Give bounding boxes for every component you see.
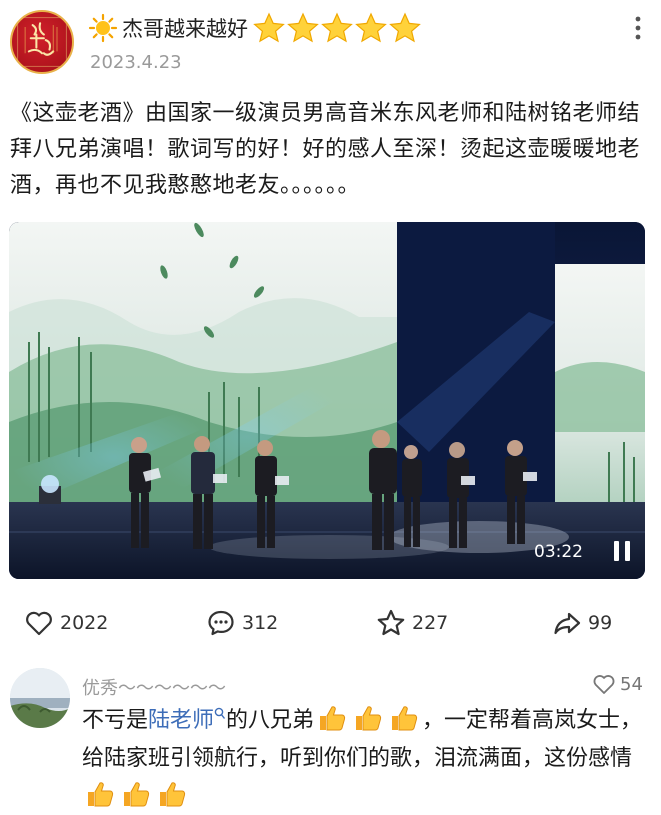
author-name: 杰哥越来越好	[122, 17, 248, 41]
thumbs-up-icon	[124, 782, 150, 807]
star-icon	[389, 12, 421, 43]
like-button[interactable]: 2022	[24, 608, 108, 638]
calligraphy-seal-icon	[17, 17, 67, 67]
thumbs-up-icon	[392, 706, 418, 731]
post-header: 杰哥越来越好 2023.4.23	[0, 0, 661, 88]
star-outline-icon	[377, 609, 405, 636]
video-player[interactable]: 03:22	[9, 222, 645, 579]
comment-button[interactable]: 312	[206, 608, 278, 638]
action-bar: 2022 312 227 99	[0, 600, 661, 646]
star-icon	[253, 12, 285, 43]
comment-like-button[interactable]: 54	[592, 672, 643, 696]
sun-icon	[88, 13, 118, 43]
comment-item: 优秀～～～～～～ 54 不亏是陆老师 的八兄弟 ，一定帮着高岚女士，给陆家班引领航行…	[0, 662, 661, 812]
teacher-lu-link[interactable]: 陆老师	[148, 707, 226, 733]
author-name-row[interactable]: 杰哥越来越好	[88, 12, 422, 44]
video-time: 03:22	[534, 542, 583, 562]
post-date: 2023.4.23	[90, 52, 182, 73]
commenter-avatar[interactable]	[10, 668, 70, 728]
thumbs-up-icon	[356, 706, 382, 731]
video-frame	[9, 222, 645, 579]
heart-icon	[26, 611, 52, 636]
favorite-count: 227	[412, 612, 449, 634]
landscape-avatar-icon	[10, 668, 70, 728]
comment-icon	[208, 610, 234, 636]
commenter-name[interactable]: 优秀～～～～～～	[82, 674, 226, 700]
favorite-button[interactable]: 227	[376, 608, 448, 638]
star-rating	[252, 12, 422, 44]
thumbs-up-icon	[160, 782, 186, 807]
star-icon	[355, 12, 387, 43]
comment-text-start: 不亏是	[82, 708, 149, 733]
comment-text: 不亏是陆老师 的八兄弟 ，一定帮着高岚女士，给陆家班引领航行，听到你们的歌，泪流满面…	[82, 702, 652, 815]
teacher-lu-link-label: 陆老师	[148, 708, 215, 733]
author-avatar[interactable]	[10, 10, 74, 74]
share-count: 99	[588, 612, 613, 634]
thumbs-up-icon	[320, 706, 346, 731]
pause-icon[interactable]	[613, 540, 631, 562]
comment-like-count: 54	[620, 673, 643, 695]
share-button[interactable]: 99	[552, 608, 612, 638]
share-arrow-icon	[554, 612, 581, 635]
more-options-icon[interactable]	[630, 14, 646, 42]
comment-text-mid: 的八兄弟	[226, 708, 315, 733]
search-icon	[214, 707, 226, 719]
like-count: 2022	[60, 612, 109, 634]
star-icon	[321, 12, 353, 43]
star-icon	[287, 12, 319, 43]
heart-icon	[593, 675, 615, 694]
thumbs-up-icon	[88, 782, 114, 807]
post-text: 《这壶老酒》由国家一级演员男高音米东风老师和陆树铭老师结拜八兄弟演唱！歌词写的好…	[10, 101, 641, 198]
comment-count: 312	[242, 612, 279, 634]
